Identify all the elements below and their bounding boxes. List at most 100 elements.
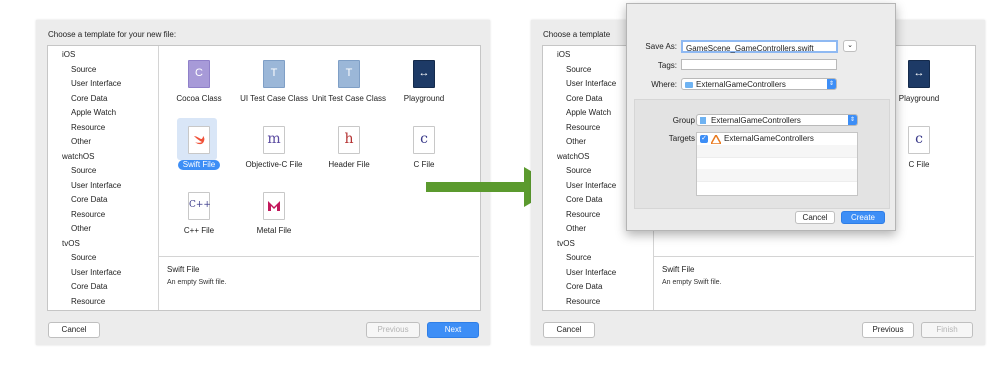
sidebar-category[interactable]: Other [71, 137, 91, 146]
sidebar-category[interactable]: Core Data [71, 195, 107, 204]
tags-label: Tags: [657, 61, 677, 70]
sidebar-category[interactable]: Source [566, 253, 591, 262]
chevron-down-icon: ⌄ [847, 42, 853, 49]
sheet-title: Choose a template [543, 30, 611, 39]
dialog-cancel-button[interactable]: Cancel [795, 211, 835, 224]
sidebar-category[interactable]: Resource [566, 123, 600, 132]
sidebar-category[interactable]: Resource [71, 123, 105, 132]
template-description: Swift File An empty Swift file. [159, 257, 479, 310]
group-value: ExternalGameControllers [711, 116, 801, 125]
sidebar-category[interactable]: Other [71, 224, 91, 233]
expand-button[interactable]: ⌄ [843, 40, 857, 52]
sidebar-category[interactable]: Apple Watch [566, 108, 611, 117]
previous-button[interactable]: Previous [862, 322, 914, 338]
sidebar-category[interactable]: User Interface [71, 181, 121, 190]
sidebar-category[interactable]: User Interface [566, 268, 616, 277]
template-label: Header File [328, 160, 370, 169]
template-playground[interactable]: ↔ Playground [384, 60, 464, 104]
cancel-button[interactable]: Cancel [48, 322, 100, 338]
sidebar-category[interactable]: Resource [566, 297, 600, 306]
cpp-icon: C++ [188, 192, 211, 220]
c-icon: c [908, 126, 930, 154]
unit-test-icon: T [338, 60, 360, 88]
finish-button[interactable]: Finish [921, 322, 973, 338]
group-file-icon [700, 117, 706, 124]
empty-row [697, 169, 857, 182]
description-text: An empty Swift file. [167, 279, 227, 286]
sidebar-category[interactable]: Core Data [71, 282, 107, 291]
sidebar-category[interactable]: User Interface [71, 79, 121, 88]
sidebar-platform[interactable]: watchOS [62, 152, 94, 161]
template-header-file[interactable]: h Header File [309, 126, 389, 170]
template-c-file[interactable]: c C File [384, 126, 464, 170]
sidebar-category[interactable]: Source [71, 65, 96, 74]
swift-icon [188, 126, 210, 154]
app-target-icon [711, 135, 721, 144]
save-as-input[interactable]: GameScene_GameControllers.swift [681, 40, 838, 53]
sidebar-category[interactable]: Apple Watch [71, 108, 116, 117]
group-label: Group [672, 116, 695, 125]
sidebar-category[interactable]: User Interface [71, 268, 121, 277]
template-chooser: iOS Source User Interface Core Data Apple Wa… [47, 45, 481, 311]
sidebar-category[interactable]: Resource [566, 210, 600, 219]
next-button[interactable]: Next [427, 322, 479, 338]
description-title: Swift File [167, 265, 200, 274]
previous-button[interactable]: Previous [366, 322, 420, 338]
group-select[interactable]: ExternalGameControllers ⇕ [696, 114, 858, 126]
tags-input[interactable] [681, 59, 837, 70]
template-label: C++ File [183, 226, 215, 235]
sidebar-category[interactable]: Core Data [71, 94, 107, 103]
sidebar-category[interactable]: Other [566, 224, 586, 233]
template-label: UI Test Case Class [240, 94, 308, 103]
template-unit-test-case-class[interactable]: T Unit Test Case Class [309, 60, 389, 104]
sidebar-category[interactable]: User Interface [566, 181, 616, 190]
sidebar-category[interactable]: Core Data [566, 282, 602, 291]
cocoa-class-icon: C [188, 60, 210, 88]
header-icon: h [338, 126, 360, 154]
objc-icon: m [263, 126, 285, 154]
sidebar-category[interactable]: Resource [71, 210, 105, 219]
sidebar-platform[interactable]: iOS [557, 50, 570, 59]
template-cocoa-class[interactable]: C Cocoa Class [159, 60, 239, 104]
target-name: ExternalGameControllers [724, 134, 814, 143]
targets-label: Targets [668, 134, 695, 143]
sidebar-category[interactable]: Resource [71, 297, 105, 306]
sidebar-category[interactable]: Core Data [566, 94, 602, 103]
template-label: Playground [403, 94, 445, 103]
template-label: Unit Test Case Class [311, 94, 387, 103]
targets-list: ✓ ExternalGameControllers [696, 132, 858, 196]
sidebar-platform[interactable]: watchOS [557, 152, 589, 161]
sidebar-platform[interactable]: tvOS [557, 239, 575, 248]
template-swift-file[interactable]: Swift File [159, 126, 239, 170]
template-objective-c-file[interactable]: m Objective-C File [234, 126, 314, 170]
sidebar-category[interactable]: Source [71, 166, 96, 175]
checkbox-checked-icon[interactable]: ✓ [700, 135, 708, 143]
group-targets-panel: Group ExternalGameControllers ⇕ Targets … [634, 99, 890, 209]
playground-icon: ↔ [413, 60, 435, 88]
sidebar-category[interactable]: Source [566, 65, 591, 74]
template-ui-test-case-class[interactable]: T UI Test Case Class [234, 60, 314, 104]
template-metal-file[interactable]: Metal File [234, 192, 314, 236]
sidebar-platform[interactable]: iOS [62, 50, 75, 59]
description-title: Swift File [662, 265, 695, 274]
metal-icon [263, 192, 285, 220]
folder-icon [685, 82, 693, 88]
swift-bird-icon [194, 136, 205, 145]
sidebar-category[interactable]: Source [71, 253, 96, 262]
sidebar-category[interactable]: User Interface [566, 79, 616, 88]
template-cpp-file[interactable]: C++ C++ File [159, 192, 239, 236]
cancel-button[interactable]: Cancel [543, 322, 595, 338]
create-button[interactable]: Create [841, 211, 885, 224]
sidebar-category[interactable]: Other [566, 137, 586, 146]
where-select[interactable]: ExternalGameControllers ⇕ [681, 78, 837, 90]
sidebar-platform[interactable]: tvOS [62, 239, 80, 248]
sidebar-category[interactable]: Core Data [566, 195, 602, 204]
template-label: Cocoa Class [176, 94, 222, 103]
ui-test-icon: T [263, 60, 285, 88]
where-label: Where: [651, 80, 677, 89]
popup-arrows-icon: ⇕ [848, 115, 857, 125]
platform-sidebar[interactable]: iOS Source User Interface Core Data Apple Wa… [48, 46, 159, 310]
template-label: Metal File [256, 226, 292, 235]
sidebar-category[interactable]: Source [566, 166, 591, 175]
selected-label: Swift File [177, 160, 221, 170]
